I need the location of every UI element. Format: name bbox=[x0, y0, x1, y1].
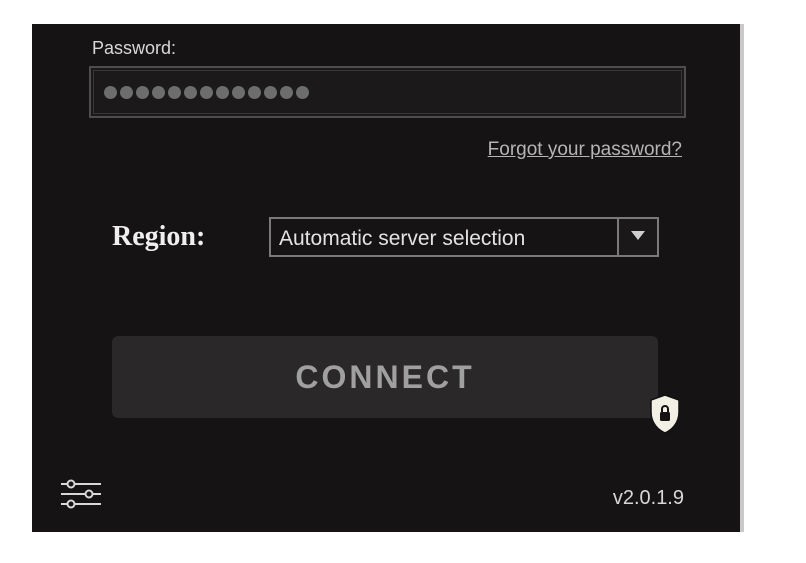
lock-shield-icon bbox=[648, 394, 682, 434]
connect-button[interactable]: CONNECT bbox=[112, 336, 658, 418]
password-label: Password: bbox=[92, 38, 176, 59]
region-selected-value: Automatic server selection bbox=[269, 217, 617, 257]
region-select[interactable]: Automatic server selection bbox=[269, 217, 659, 257]
forgot-password-link[interactable]: Forgot your password? bbox=[488, 139, 682, 161]
settings-sliders-icon bbox=[59, 479, 103, 514]
settings-button[interactable] bbox=[58, 478, 104, 514]
region-label: Region: bbox=[112, 221, 205, 253]
connect-area: CONNECT bbox=[112, 336, 658, 418]
region-dropdown-button[interactable] bbox=[617, 217, 659, 257]
version-label: v2.0.1.9 bbox=[613, 487, 684, 510]
password-field-wrapper bbox=[89, 66, 686, 118]
chevron-down-icon bbox=[631, 228, 645, 246]
login-panel: Password: Forgot your password? Region: … bbox=[32, 24, 744, 532]
